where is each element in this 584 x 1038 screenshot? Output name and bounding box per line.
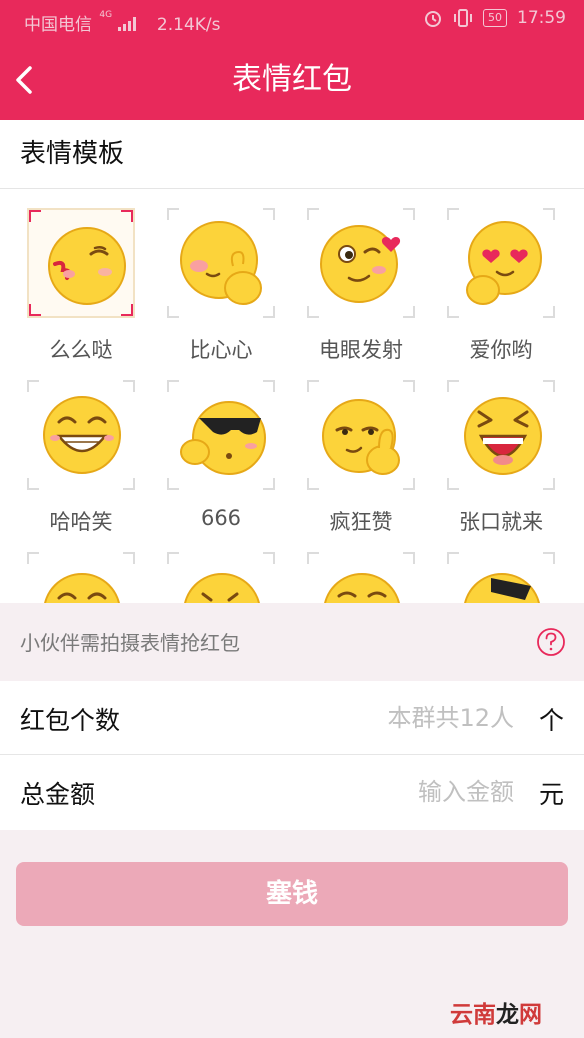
emoji-frame [167,208,275,318]
count-row: 红包个数 个 [0,681,584,756]
alarm-icon [425,11,441,27]
emoji-template-section: 表情模板 么么哒 比心心 电眼发射 爱你哟 哈哈笑 666 疯狂赞 张口就来 [0,120,584,603]
network-type: 4G [99,10,113,20]
network-speed: 2.14K/s [156,15,221,35]
emoji-label: 张口就来 [459,510,543,534]
emoji-frame [27,552,135,603]
partial-face-icon [184,573,260,603]
watermark-text: 龙 [496,1002,519,1028]
emoji-cell-partial[interactable] [0,552,140,603]
emoji-cell-open-mouth[interactable]: 张口就来 [420,380,560,540]
emoji-frame [307,380,415,490]
emoji-label: 疯狂赞 [329,510,393,534]
emoji-label: 666 [200,506,242,530]
carrier-name: 中国电信 [24,15,92,35]
emoji-frame [447,380,555,490]
emoji-frame [447,552,555,603]
count-input[interactable] [254,699,514,737]
emoji-frame [27,380,135,490]
emoji-cell-sunglasses[interactable]: 666 [140,380,280,540]
emoji-label: 电眼发射 [319,338,403,362]
emoji-cell-partial[interactable] [420,552,560,603]
partial-face-icon [44,573,120,603]
wink-heart-face-icon [320,225,401,303]
count-unit: 个 [538,706,564,735]
submit-button[interactable]: 塞钱 [16,862,568,926]
page-title: 表情红包 [232,62,352,97]
emoji-frame [27,208,135,318]
vibrate-icon [454,9,472,27]
emoji-cell-thumbs-up[interactable]: 疯狂赞 [280,380,420,540]
sunglasses-face-icon [180,401,266,475]
emoji-cell-laughing[interactable]: 哈哈笑 [0,380,140,540]
watermark-text: 云南 [450,1002,496,1028]
status-right: 50 17:59 [423,8,566,28]
count-label: 红包个数 [20,706,121,735]
finger-heart-face-icon [180,221,262,305]
signal-icon [117,17,136,31]
emoji-label: 比心心 [189,338,253,362]
help-icon[interactable] [536,627,566,657]
emoji-cell-wink-heart[interactable]: 电眼发射 [280,208,420,368]
watermark-logo: 云南龙网 [450,995,542,1029]
hint-row: 小伙伴需拍摄表情抢红包 [0,603,584,681]
status-bar: 中国电信 4G 2.14K/s 50 17:59 [0,0,584,40]
amount-row: 总金额 元 [0,755,584,830]
battery-icon: 50 [483,9,507,27]
kiss-face-icon [48,227,126,305]
laughing-face-icon [43,396,121,474]
amount-label: 总金额 [20,780,96,809]
emoji-label: 哈哈笑 [49,510,113,534]
clock-time: 17:59 [517,8,566,28]
amount-unit: 元 [538,780,564,809]
emoji-frame [167,552,275,603]
emoji-cell-finger-heart[interactable]: 比心心 [140,208,280,368]
partial-face-icon [464,573,540,603]
emoji-cell-kiss[interactable]: 么么哒 [0,208,140,368]
heart-eyes-face-icon [466,221,542,305]
status-left: 中国电信 4G 2.14K/s [24,10,221,35]
nav-bar: 表情红包 [0,40,584,120]
emoji-frame [307,208,415,318]
partial-face-icon [324,573,400,603]
emoji-cell-heart-eyes[interactable]: 爱你哟 [420,208,560,368]
template-section-title: 表情模板 [20,139,125,169]
emoji-cell-partial[interactable] [140,552,280,603]
emoji-label: 么么哒 [49,338,113,362]
thumbs-up-face-icon [322,399,400,475]
amount-input[interactable] [254,773,514,811]
open-mouth-face-icon [464,397,542,475]
emoji-frame [167,380,275,490]
watermark-text: 网 [519,1002,542,1028]
emoji-frame [307,552,415,603]
hint-text: 小伙伴需拍摄表情抢红包 [20,631,240,655]
divider [0,188,584,189]
emoji-frame [447,208,555,318]
emoji-cell-partial[interactable] [280,552,420,603]
emoji-label: 爱你哟 [469,338,533,362]
